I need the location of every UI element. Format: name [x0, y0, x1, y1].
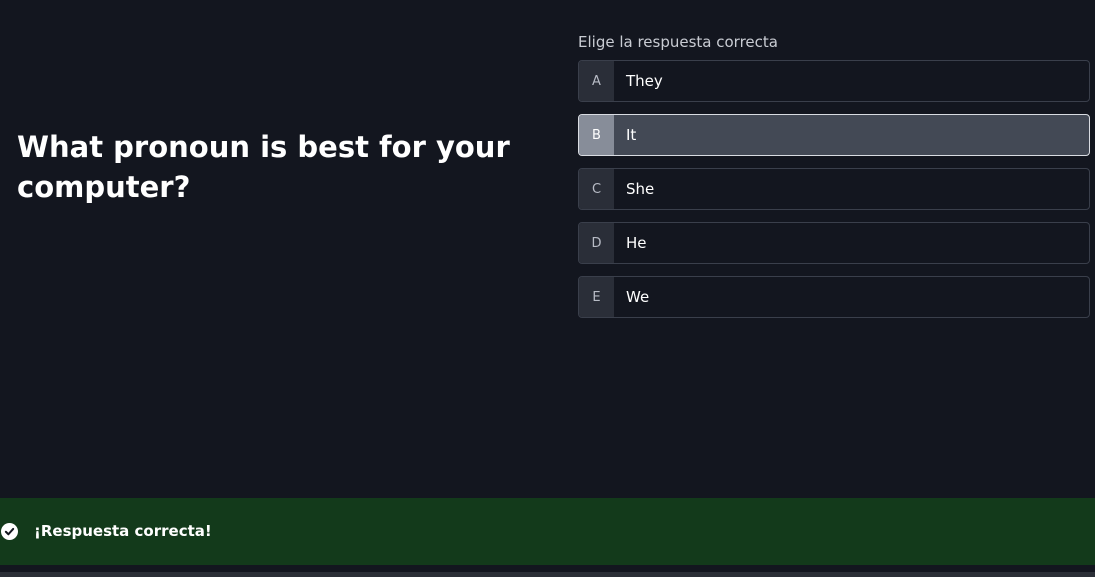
question-text: What pronoun is best for your computer?	[17, 130, 510, 204]
feedback-message: ¡Respuesta correcta!	[34, 522, 212, 540]
option-text: It	[626, 126, 637, 144]
option-a[interactable]: A They	[578, 60, 1090, 102]
instruction-label: Elige la respuesta correcta	[578, 33, 778, 51]
option-c[interactable]: C She	[578, 168, 1090, 210]
bottom-divider	[0, 572, 1095, 577]
check-circle-icon	[1, 523, 18, 540]
option-text: He	[626, 234, 647, 252]
option-letter: E	[579, 277, 614, 317]
option-text: We	[626, 288, 650, 306]
answer-options-panel: Elige la respuesta correcta A They B It …	[578, 31, 1090, 330]
option-letter: D	[579, 223, 614, 263]
option-text: They	[626, 72, 663, 90]
option-text: She	[626, 180, 655, 198]
option-b[interactable]: B It	[578, 114, 1090, 156]
option-letter: B	[579, 115, 614, 155]
option-letter: C	[579, 169, 614, 209]
option-letter: A	[579, 61, 614, 101]
option-d[interactable]: D He	[578, 222, 1090, 264]
feedback-banner: ¡Respuesta correcta!	[0, 498, 1095, 565]
option-e[interactable]: E We	[578, 276, 1090, 318]
